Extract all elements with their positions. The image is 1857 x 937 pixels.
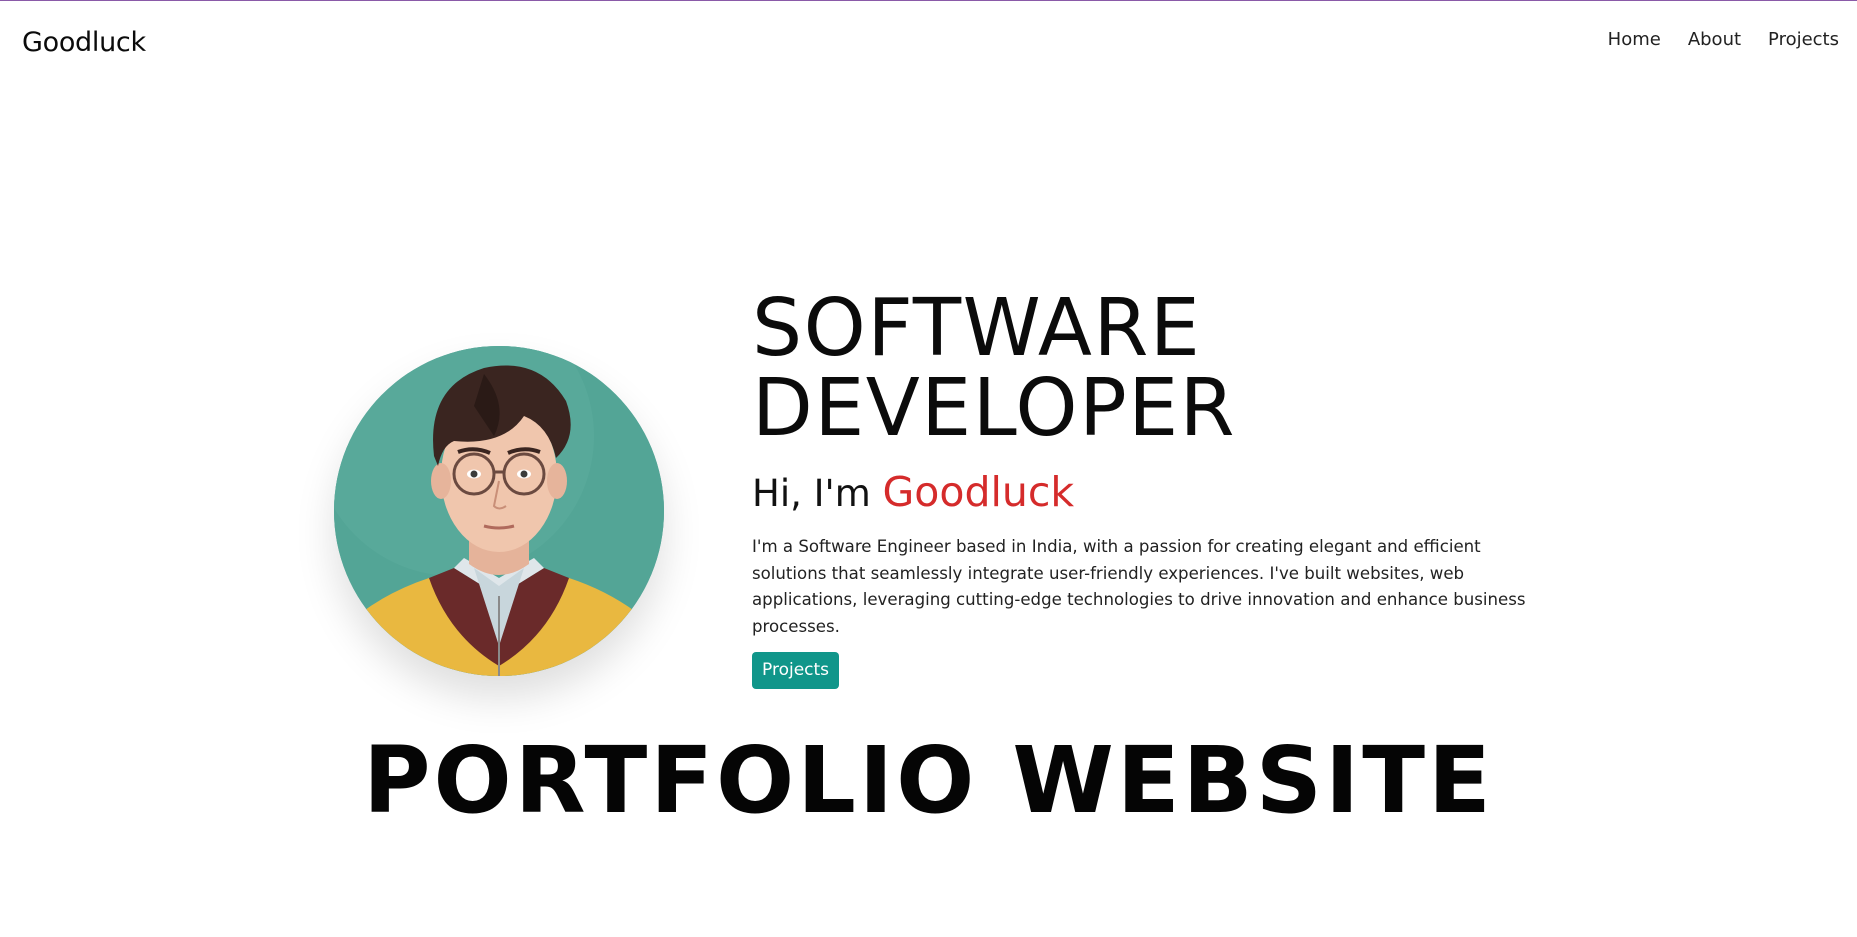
nav-item-home: Home — [1608, 29, 1661, 50]
hero-bio: I'm a Software Engineer based in India, … — [752, 537, 1526, 636]
greeting-name: Goodluck — [882, 468, 1075, 516]
profile-portrait-illustration — [334, 346, 664, 676]
nav-link-about[interactable]: About — [1688, 29, 1741, 50]
portfolio-banner-title: PORTFOLIO WEBSITE — [363, 727, 1494, 834]
headline-line-2: DEVELOPER — [752, 362, 1237, 454]
navbar: Goodluck Home About Projects — [0, 1, 1857, 81]
hero-section: SOFTWARE DEVELOPER Hi, I'm Goodluck I'm … — [752, 288, 1532, 689]
nav-item-projects: Projects — [1768, 29, 1839, 50]
greeting-prefix: Hi, I'm — [752, 472, 871, 515]
hero-greeting: Hi, I'm Goodluck — [752, 468, 1532, 518]
nav-link-home[interactable]: Home — [1608, 29, 1661, 50]
projects-button[interactable]: Projects — [752, 652, 840, 689]
brand-logo[interactable]: Goodluck — [22, 27, 146, 58]
nav-links: Home About Projects — [1608, 29, 1839, 50]
nav-item-about: About — [1688, 29, 1741, 50]
hero-headline: SOFTWARE DEVELOPER — [752, 288, 1532, 448]
nav-link-projects[interactable]: Projects — [1768, 29, 1839, 50]
profile-avatar — [334, 346, 664, 676]
headline-line-1: SOFTWARE — [752, 282, 1202, 374]
